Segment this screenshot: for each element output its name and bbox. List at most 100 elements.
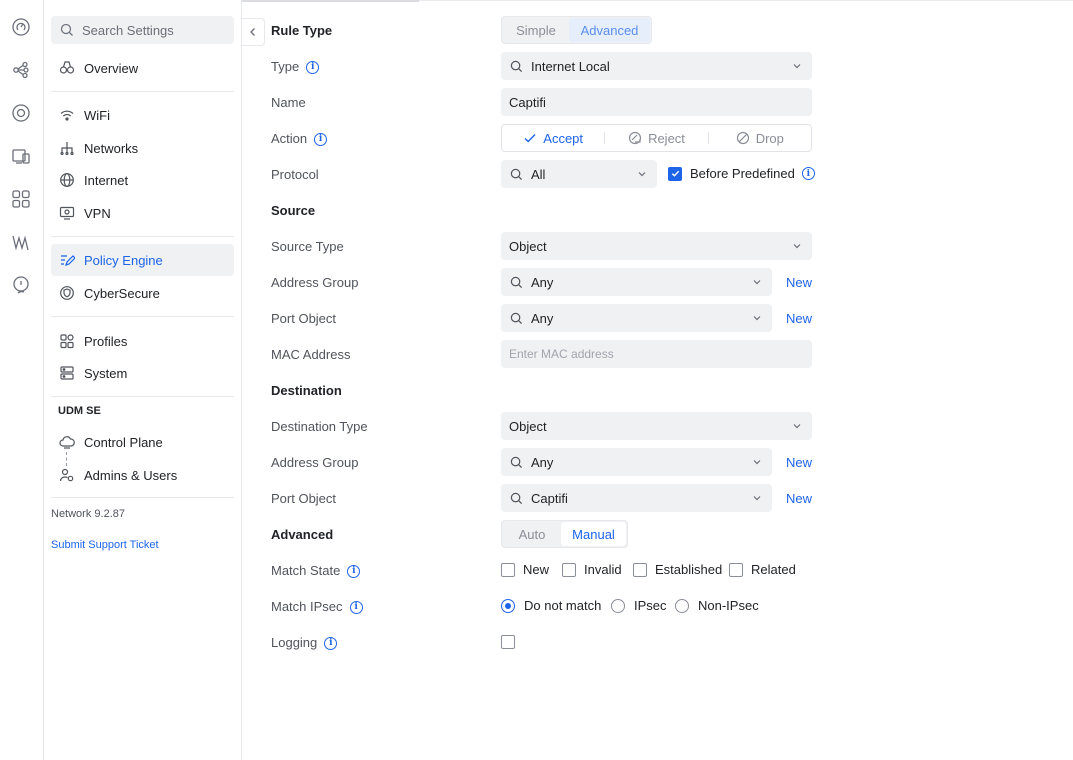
info-icon[interactable]: i bbox=[801, 167, 815, 180]
rule-type-simple[interactable]: Simple bbox=[503, 18, 569, 42]
client-devices-icon[interactable] bbox=[11, 146, 31, 166]
match-state-established-label: Established bbox=[655, 562, 723, 577]
destination-type-select[interactable]: Object bbox=[501, 412, 812, 440]
sidebar-item-wifi[interactable]: WiFi bbox=[51, 99, 234, 131]
protocol-select[interactable]: All bbox=[501, 160, 657, 188]
apps-icon[interactable] bbox=[11, 189, 31, 209]
search-icon bbox=[510, 60, 523, 73]
mac-address-field[interactable] bbox=[501, 340, 812, 368]
search-settings-input[interactable]: Search Settings bbox=[51, 16, 234, 44]
match-ipsec-ipsec-radio[interactable]: IPsec bbox=[611, 598, 667, 613]
new-source-port-object-button[interactable]: New bbox=[786, 311, 812, 326]
match-state-new-checkbox[interactable]: New bbox=[501, 562, 549, 577]
advanced-manual[interactable]: Manual bbox=[561, 522, 626, 546]
search-placeholder: Search Settings bbox=[82, 22, 174, 38]
mac-address-input[interactable] bbox=[501, 346, 812, 362]
source-type-value: Object bbox=[509, 238, 547, 254]
type-value: Internet Local bbox=[531, 58, 610, 74]
vpn-icon bbox=[59, 205, 75, 221]
rule-type-label: Rule Type bbox=[271, 23, 333, 38]
logging-checkbox[interactable] bbox=[501, 635, 523, 649]
radio-unselected bbox=[675, 598, 689, 613]
chevron-down-icon bbox=[792, 241, 802, 251]
info-icon[interactable]: i bbox=[347, 564, 361, 578]
destination-address-group-select[interactable]: Any bbox=[501, 448, 772, 476]
sidebar-item-cybersecure[interactable]: CyberSecure bbox=[51, 277, 234, 309]
source-type-select[interactable]: Object bbox=[501, 232, 812, 260]
destination-address-group-value: Any bbox=[531, 454, 554, 470]
logging-label: Logging i bbox=[271, 634, 338, 652]
info-icon[interactable]: i bbox=[349, 600, 363, 614]
sidebar-item-overview[interactable]: Overview bbox=[51, 52, 234, 84]
search-icon bbox=[510, 276, 523, 289]
chevron-down-icon bbox=[637, 169, 647, 179]
checkbox-unchecked bbox=[562, 562, 576, 577]
match-state-invalid-checkbox[interactable]: Invalid bbox=[562, 562, 622, 577]
sidebar-item-label: Overview bbox=[84, 60, 139, 76]
top-scroll-indicator bbox=[242, 0, 419, 2]
source-type-label: Source Type bbox=[271, 239, 344, 254]
match-ipsec-non-ipsec-radio[interactable]: Non-IPsec bbox=[675, 598, 759, 613]
sidebar-item-admins-users[interactable]: Admins & Users bbox=[51, 459, 234, 491]
source-address-group-select[interactable]: Any bbox=[501, 268, 772, 296]
sidebar-item-internet[interactable]: Internet bbox=[51, 164, 234, 196]
app-version: Network 9.2.87 bbox=[51, 508, 125, 520]
new-destination-address-group-button[interactable]: New bbox=[786, 455, 812, 470]
new-destination-port-object-button[interactable]: New bbox=[786, 491, 812, 506]
before-predefined-checkbox[interactable]: Before Predefined i bbox=[668, 166, 815, 181]
divider bbox=[51, 497, 234, 498]
info-icon[interactable]: i bbox=[314, 132, 328, 146]
source-address-group-label: Address Group bbox=[271, 275, 359, 290]
action-drop[interactable]: Drop bbox=[709, 125, 811, 151]
action-reject[interactable]: Reject bbox=[605, 125, 707, 151]
type-label-text: Type bbox=[271, 59, 300, 74]
profiles-icon bbox=[59, 333, 75, 349]
divider bbox=[51, 91, 234, 92]
wifi-icon bbox=[59, 107, 75, 123]
chevron-left-icon bbox=[250, 28, 255, 36]
sidebar-item-policy-engine[interactable]: Policy Engine bbox=[51, 244, 234, 276]
settings-sidebar: Search Settings Overview WiFi Networks I… bbox=[44, 0, 242, 760]
radio-selected bbox=[501, 598, 515, 613]
search-icon bbox=[510, 168, 523, 181]
topology-icon[interactable] bbox=[11, 60, 31, 80]
support-icon[interactable] bbox=[11, 275, 31, 295]
destination-port-object-label: Port Object bbox=[271, 491, 337, 506]
cloud-icon bbox=[59, 434, 75, 450]
overview-icon bbox=[59, 60, 75, 76]
action-drop-label: Drop bbox=[755, 130, 784, 146]
chevron-down-icon bbox=[752, 493, 762, 503]
insights-icon[interactable] bbox=[11, 232, 31, 252]
chevron-down-icon bbox=[752, 457, 762, 467]
dashboard-icon[interactable] bbox=[11, 17, 31, 37]
advanced-auto[interactable]: Auto bbox=[503, 522, 561, 546]
rule-type-advanced[interactable]: Advanced bbox=[569, 18, 650, 42]
sidebar-item-profiles[interactable]: Profiles bbox=[51, 325, 234, 357]
protocol-label: Protocol bbox=[271, 167, 319, 182]
collapse-sidebar-button[interactable] bbox=[242, 18, 265, 46]
action-toggle: Accept Reject Drop bbox=[501, 124, 812, 152]
name-input[interactable]: Captifi bbox=[501, 88, 812, 116]
sidebar-item-system[interactable]: System bbox=[51, 357, 234, 389]
devices-icon[interactable] bbox=[11, 103, 31, 123]
sidebar-item-vpn[interactable]: VPN bbox=[51, 197, 234, 229]
match-ipsec-do-not-match-radio[interactable]: Do not match bbox=[501, 598, 601, 613]
action-accept[interactable]: Accept bbox=[502, 125, 604, 151]
divider bbox=[51, 236, 234, 237]
sidebar-item-control-plane[interactable]: Control Plane bbox=[51, 426, 234, 458]
support-ticket-link[interactable]: Submit Support Ticket bbox=[51, 539, 159, 551]
destination-port-object-select[interactable]: Captifi bbox=[501, 484, 772, 512]
system-icon bbox=[59, 365, 75, 381]
new-source-address-group-button[interactable]: New bbox=[786, 275, 812, 290]
sidebar-item-networks[interactable]: Networks bbox=[51, 132, 234, 164]
type-select[interactable]: Internet Local bbox=[501, 52, 812, 80]
match-state-related-checkbox[interactable]: Related bbox=[729, 562, 796, 577]
sidebar-item-label: Policy Engine bbox=[84, 252, 163, 268]
info-icon[interactable]: i bbox=[306, 60, 320, 74]
info-icon[interactable]: i bbox=[324, 636, 338, 650]
sidebar-item-label: Internet bbox=[84, 172, 129, 188]
source-port-object-select[interactable]: Any bbox=[501, 304, 772, 332]
admins-icon bbox=[59, 467, 75, 483]
match-state-established-checkbox[interactable]: Established bbox=[633, 562, 722, 577]
console-group-title: UDM SE bbox=[58, 405, 101, 417]
